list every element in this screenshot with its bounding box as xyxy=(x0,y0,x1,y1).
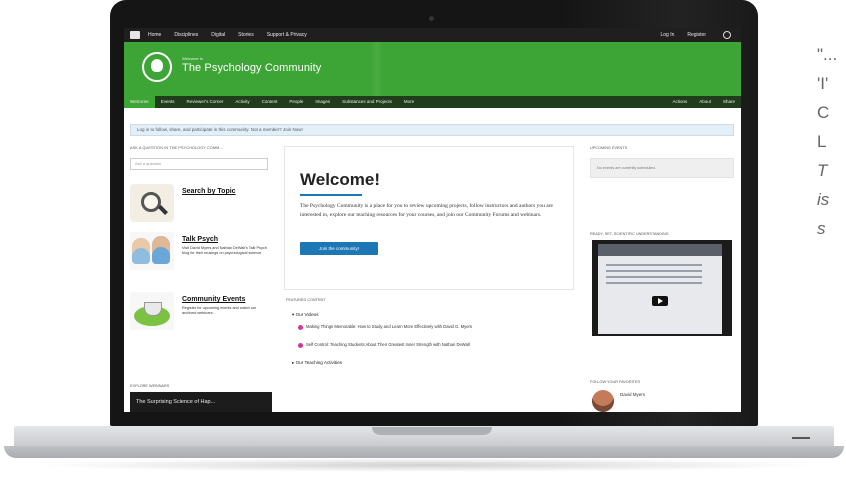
video-icon xyxy=(298,325,303,330)
slide-text-line xyxy=(606,282,702,284)
login-alert[interactable]: Log in to follow, share, and participate… xyxy=(130,124,734,136)
webinar-video-bar[interactable]: The Surprising Science of Hap... xyxy=(130,392,272,412)
magnifying-glass-icon xyxy=(130,184,174,222)
ask-question-input[interactable]: Ask a question xyxy=(130,158,268,170)
banner-welcome-to: Welcome to xyxy=(182,56,204,61)
video-slide xyxy=(598,244,722,334)
ask-question-header: ASK A QUESTION IN THE PSYCHOLOGY COMM... xyxy=(130,146,223,150)
tab-events[interactable]: Events xyxy=(155,96,181,108)
join-community-button[interactable]: Join the community! xyxy=(300,242,378,255)
site-title[interactable]: The Psychology Community xyxy=(182,62,321,74)
community-banner: Welcome to The Psychology Community xyxy=(124,42,741,96)
welcome-title: Welcome! xyxy=(300,170,380,189)
person-name[interactable]: David Myers xyxy=(620,392,645,397)
caption-line: 'I' xyxy=(817,74,829,93)
top-navigation-bar: Home Disciplines Digital Stories Support… xyxy=(124,28,741,42)
section-teaching-activities[interactable]: ▸ Our Teaching Activities xyxy=(292,360,572,366)
slide-text-line xyxy=(606,270,702,272)
feature-search-by-topic[interactable]: Search by Topic xyxy=(130,184,272,228)
main-content: Welcome! The Psychology Community is a p… xyxy=(284,146,574,412)
feature-title[interactable]: Search by Topic xyxy=(182,188,236,195)
actions-menu[interactable]: Actions xyxy=(666,96,693,108)
video-slide-title xyxy=(598,244,722,256)
topnav-home[interactable]: Home xyxy=(148,32,161,38)
feature-community-events[interactable]: Community Events Register for upcoming e… xyxy=(130,292,272,336)
topnav-disciplines[interactable]: Disciplines xyxy=(174,32,198,38)
list-item[interactable]: Self Control: Teaching Students About Th… xyxy=(298,342,566,348)
list-item[interactable]: Making Things Memorable: How to Study an… xyxy=(298,324,566,330)
feature-talk-psych[interactable]: Talk Psych Visit David Myers and Nathan … xyxy=(130,232,272,276)
laptop-indicator-light xyxy=(792,437,810,439)
login-link[interactable]: Log In xyxy=(660,32,674,38)
caption-line: "... xyxy=(817,45,838,64)
topnav-stories[interactable]: Stories xyxy=(238,32,254,38)
section-label: Our Videos xyxy=(295,312,319,317)
psychology-head-icon xyxy=(142,52,172,82)
tab-substances-projects[interactable]: Substances and Projects xyxy=(336,96,398,108)
caption-line: L xyxy=(817,132,827,151)
macmillan-logo-icon[interactable] xyxy=(130,31,140,39)
section-our-videos[interactable]: ▾ Our Videos xyxy=(292,312,572,318)
laptop-shadow xyxy=(30,458,820,472)
coffee-cup-icon xyxy=(130,292,174,330)
tab-more[interactable]: More xyxy=(398,96,420,108)
search-icon[interactable] xyxy=(723,31,731,39)
explore-webinars-header: EXPLORE WEBINARS xyxy=(130,384,170,388)
topnav-digital[interactable]: Digital xyxy=(211,32,225,38)
avatar[interactable] xyxy=(592,390,614,412)
share-link[interactable]: Share xyxy=(717,96,741,108)
featured-content-header: FEATURED CONTENT xyxy=(286,298,326,302)
slide-text-line xyxy=(606,276,702,278)
caption-line: T xyxy=(817,161,828,180)
side-caption: "... 'I' C L T is s xyxy=(817,40,846,243)
welcome-text: The Psychology Community is a place for … xyxy=(300,203,553,218)
caption-line: C xyxy=(817,103,830,122)
follow-favorites-header: FOLLOW YOUR FAVORITES xyxy=(590,380,641,384)
feature-description: Register for upcoming events and watch o… xyxy=(182,306,257,315)
right-sidebar: UPCOMING EVENTS No events are currently … xyxy=(590,146,734,412)
about-link[interactable]: About xyxy=(693,96,717,108)
community-navigation: Welcome Events Reviewer's Corner Activit… xyxy=(124,96,741,108)
welcome-divider xyxy=(300,194,362,196)
video-widget-header: READY, SET, SCIENTIFIC UNDERSTANDING xyxy=(590,232,669,236)
feature-title[interactable]: Talk Psych xyxy=(182,236,218,243)
video-icon xyxy=(298,343,303,348)
slide-text-line xyxy=(606,264,702,266)
tab-content[interactable]: Content xyxy=(256,96,284,108)
webcam-icon xyxy=(429,16,434,21)
section-label: Our Teaching Activities xyxy=(295,360,342,365)
tab-reviewers-corner[interactable]: Reviewer's Corner xyxy=(180,96,229,108)
tab-images[interactable]: Images xyxy=(309,96,336,108)
video-title[interactable]: Self Control: Teaching Students About Th… xyxy=(306,342,470,347)
laptop-opening-notch xyxy=(372,427,492,435)
video-title[interactable]: Making Things Memorable: How to Study an… xyxy=(306,324,472,329)
caption-line: is xyxy=(817,190,830,209)
tab-activity[interactable]: Activity xyxy=(229,96,255,108)
caption-line: s xyxy=(817,219,826,238)
laptop-screen: Home Disciplines Digital Stories Support… xyxy=(124,28,741,412)
left-sidebar: ASK A QUESTION IN THE PSYCHOLOGY COMM...… xyxy=(130,146,272,412)
register-link[interactable]: Register xyxy=(687,32,706,38)
authors-portrait-icon xyxy=(130,232,174,270)
feature-title[interactable]: Community Events xyxy=(182,296,245,303)
upcoming-events-header: UPCOMING EVENTS xyxy=(590,146,628,150)
tab-welcome[interactable]: Welcome xyxy=(124,96,155,108)
feature-description: Visit David Myers and Nathan DeWall's Ta… xyxy=(182,246,267,255)
tab-people[interactable]: People xyxy=(283,96,309,108)
topnav-support[interactable]: Support & Privacy xyxy=(267,32,307,38)
no-events-message: No events are currently scheduled. xyxy=(590,158,734,178)
play-icon[interactable] xyxy=(652,296,668,306)
laptop-base-edge xyxy=(4,446,844,458)
